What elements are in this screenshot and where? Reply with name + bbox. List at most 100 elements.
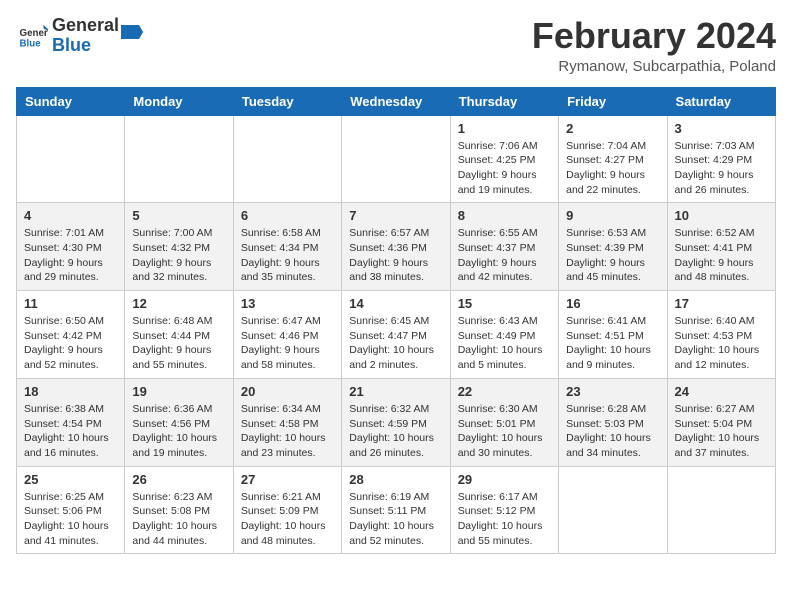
day-number: 11 — [24, 296, 117, 311]
day-number: 13 — [241, 296, 334, 311]
day-cell — [559, 466, 667, 554]
day-info: Sunrise: 6:52 AM Sunset: 4:41 PM Dayligh… — [675, 226, 768, 285]
logo-blue-text: Blue — [52, 36, 119, 56]
day-header-wednesday: Wednesday — [342, 87, 450, 115]
day-number: 15 — [458, 296, 551, 311]
day-number: 27 — [241, 472, 334, 487]
logo-icon: General Blue — [18, 21, 48, 51]
day-info: Sunrise: 6:48 AM Sunset: 4:44 PM Dayligh… — [132, 314, 225, 373]
day-info: Sunrise: 6:21 AM Sunset: 5:09 PM Dayligh… — [241, 490, 334, 549]
day-cell: 23 Sunrise: 6:28 AM Sunset: 5:03 PM Dayli… — [559, 378, 667, 466]
day-number: 26 — [132, 472, 225, 487]
page-header: General Blue General Blue February 2024 … — [16, 16, 776, 75]
day-number: 29 — [458, 472, 551, 487]
title-section: February 2024 Rymanow, Subcarpathia, Pol… — [532, 16, 776, 75]
day-number: 4 — [24, 208, 117, 223]
day-cell: 3 Sunrise: 7:03 AM Sunset: 4:29 PM Daylig… — [667, 115, 775, 203]
svg-text:General: General — [20, 28, 49, 39]
day-cell: 19Sunrise: 6:36 AM Sunset: 4:56 PM Dayli… — [125, 378, 233, 466]
day-info: Sunrise: 6:41 AM Sunset: 4:51 PM Dayligh… — [566, 314, 659, 373]
day-header-saturday: Saturday — [667, 87, 775, 115]
day-number: 23 — [566, 384, 659, 399]
day-info: Sunrise: 6:28 AM Sunset: 5:03 PM Dayligh… — [566, 402, 659, 461]
day-header-thursday: Thursday — [450, 87, 558, 115]
days-header-row: SundayMondayTuesdayWednesdayThursdayFrid… — [17, 87, 776, 115]
day-cell: 10 Sunrise: 6:52 AM Sunset: 4:41 PM Dayli… — [667, 203, 775, 291]
day-number: 9 — [566, 208, 659, 223]
day-cell — [125, 115, 233, 203]
day-info: Sunrise: 6:38 AM Sunset: 4:54 PM Dayligh… — [24, 402, 117, 461]
day-number: 20 — [241, 384, 334, 399]
day-info: Sunrise: 7:00 AM Sunset: 4:32 PM Dayligh… — [132, 226, 225, 285]
day-number: 5 — [132, 208, 225, 223]
week-row-2: 4 Sunrise: 7:01 AM Sunset: 4:30 PM Daylig… — [17, 203, 776, 291]
day-number: 17 — [675, 296, 768, 311]
logo: General Blue General Blue — [16, 16, 143, 56]
day-cell: 24Sunrise: 6:27 AM Sunset: 5:04 PM Dayli… — [667, 378, 775, 466]
day-cell: 22 Sunrise: 6:30 AM Sunset: 5:01 PM Dayli… — [450, 378, 558, 466]
day-number: 1 — [458, 121, 551, 136]
day-cell: 28 Sunrise: 6:19 AM Sunset: 5:11 PM Dayli… — [342, 466, 450, 554]
day-cell — [17, 115, 125, 203]
day-info: Sunrise: 6:43 AM Sunset: 4:49 PM Dayligh… — [458, 314, 551, 373]
day-number: 8 — [458, 208, 551, 223]
day-number: 24 — [675, 384, 768, 399]
week-row-1: 1 Sunrise: 7:06 AM Sunset: 4:25 PM Daylig… — [17, 115, 776, 203]
day-info: Sunrise: 6:50 AM Sunset: 4:42 PM Dayligh… — [24, 314, 117, 373]
day-cell: 4 Sunrise: 7:01 AM Sunset: 4:30 PM Daylig… — [17, 203, 125, 291]
day-header-monday: Monday — [125, 87, 233, 115]
day-header-friday: Friday — [559, 87, 667, 115]
day-number: 2 — [566, 121, 659, 136]
day-cell: 26 Sunrise: 6:23 AM Sunset: 5:08 PM Dayli… — [125, 466, 233, 554]
day-cell: 5 Sunrise: 7:00 AM Sunset: 4:32 PM Daylig… — [125, 203, 233, 291]
week-row-3: 11 Sunrise: 6:50 AM Sunset: 4:42 PM Dayli… — [17, 291, 776, 379]
day-number: 3 — [675, 121, 768, 136]
day-number: 16 — [566, 296, 659, 311]
day-info: Sunrise: 6:30 AM Sunset: 5:01 PM Dayligh… — [458, 402, 551, 461]
day-cell: 11 Sunrise: 6:50 AM Sunset: 4:42 PM Dayli… — [17, 291, 125, 379]
day-cell — [233, 115, 341, 203]
day-cell: 14Sunrise: 6:45 AM Sunset: 4:47 PM Dayli… — [342, 291, 450, 379]
week-row-4: 18 Sunrise: 6:38 AM Sunset: 4:54 PM Dayli… — [17, 378, 776, 466]
month-title: February 2024 — [532, 16, 776, 56]
week-row-5: 25Sunrise: 6:25 AM Sunset: 5:06 PM Dayli… — [17, 466, 776, 554]
day-cell: 21Sunrise: 6:32 AM Sunset: 4:59 PM Dayli… — [342, 378, 450, 466]
day-cell — [342, 115, 450, 203]
day-number: 10 — [675, 208, 768, 223]
logo-general-text: General — [52, 16, 119, 36]
day-number: 25 — [24, 472, 117, 487]
day-info: Sunrise: 6:19 AM Sunset: 5:11 PM Dayligh… — [349, 490, 442, 549]
day-info: Sunrise: 6:23 AM Sunset: 5:08 PM Dayligh… — [132, 490, 225, 549]
day-cell: 27 Sunrise: 6:21 AM Sunset: 5:09 PM Dayli… — [233, 466, 341, 554]
day-info: Sunrise: 6:36 AM Sunset: 4:56 PM Dayligh… — [132, 402, 225, 461]
day-cell: 17 Sunrise: 6:40 AM Sunset: 4:53 PM Dayli… — [667, 291, 775, 379]
day-info: Sunrise: 6:57 AM Sunset: 4:36 PM Dayligh… — [349, 226, 442, 285]
day-number: 12 — [132, 296, 225, 311]
day-info: Sunrise: 7:04 AM Sunset: 4:27 PM Dayligh… — [566, 139, 659, 198]
day-info: Sunrise: 7:01 AM Sunset: 4:30 PM Dayligh… — [24, 226, 117, 285]
day-info: Sunrise: 6:34 AM Sunset: 4:58 PM Dayligh… — [241, 402, 334, 461]
day-cell: 12 Sunrise: 6:48 AM Sunset: 4:44 PM Dayli… — [125, 291, 233, 379]
day-cell: 16 Sunrise: 6:41 AM Sunset: 4:51 PM Dayli… — [559, 291, 667, 379]
day-cell: 15 Sunrise: 6:43 AM Sunset: 4:49 PM Dayli… — [450, 291, 558, 379]
svg-text:Blue: Blue — [20, 38, 42, 49]
day-info: Sunrise: 6:53 AM Sunset: 4:39 PM Dayligh… — [566, 226, 659, 285]
day-cell: 29 Sunrise: 6:17 AM Sunset: 5:12 PM Dayli… — [450, 466, 558, 554]
day-cell: 8Sunrise: 6:55 AM Sunset: 4:37 PM Daylig… — [450, 203, 558, 291]
day-info: Sunrise: 6:17 AM Sunset: 5:12 PM Dayligh… — [458, 490, 551, 549]
day-number: 21 — [349, 384, 442, 399]
day-number: 7 — [349, 208, 442, 223]
day-cell — [667, 466, 775, 554]
day-info: Sunrise: 7:03 AM Sunset: 4:29 PM Dayligh… — [675, 139, 768, 198]
flag-icon — [121, 21, 143, 43]
day-info: Sunrise: 6:58 AM Sunset: 4:34 PM Dayligh… — [241, 226, 334, 285]
day-info: Sunrise: 7:06 AM Sunset: 4:25 PM Dayligh… — [458, 139, 551, 198]
day-number: 28 — [349, 472, 442, 487]
day-header-tuesday: Tuesday — [233, 87, 341, 115]
day-cell: 25Sunrise: 6:25 AM Sunset: 5:06 PM Dayli… — [17, 466, 125, 554]
day-cell: 9 Sunrise: 6:53 AM Sunset: 4:39 PM Daylig… — [559, 203, 667, 291]
day-info: Sunrise: 6:45 AM Sunset: 4:47 PM Dayligh… — [349, 314, 442, 373]
day-info: Sunrise: 6:40 AM Sunset: 4:53 PM Dayligh… — [675, 314, 768, 373]
day-number: 22 — [458, 384, 551, 399]
day-number: 18 — [24, 384, 117, 399]
